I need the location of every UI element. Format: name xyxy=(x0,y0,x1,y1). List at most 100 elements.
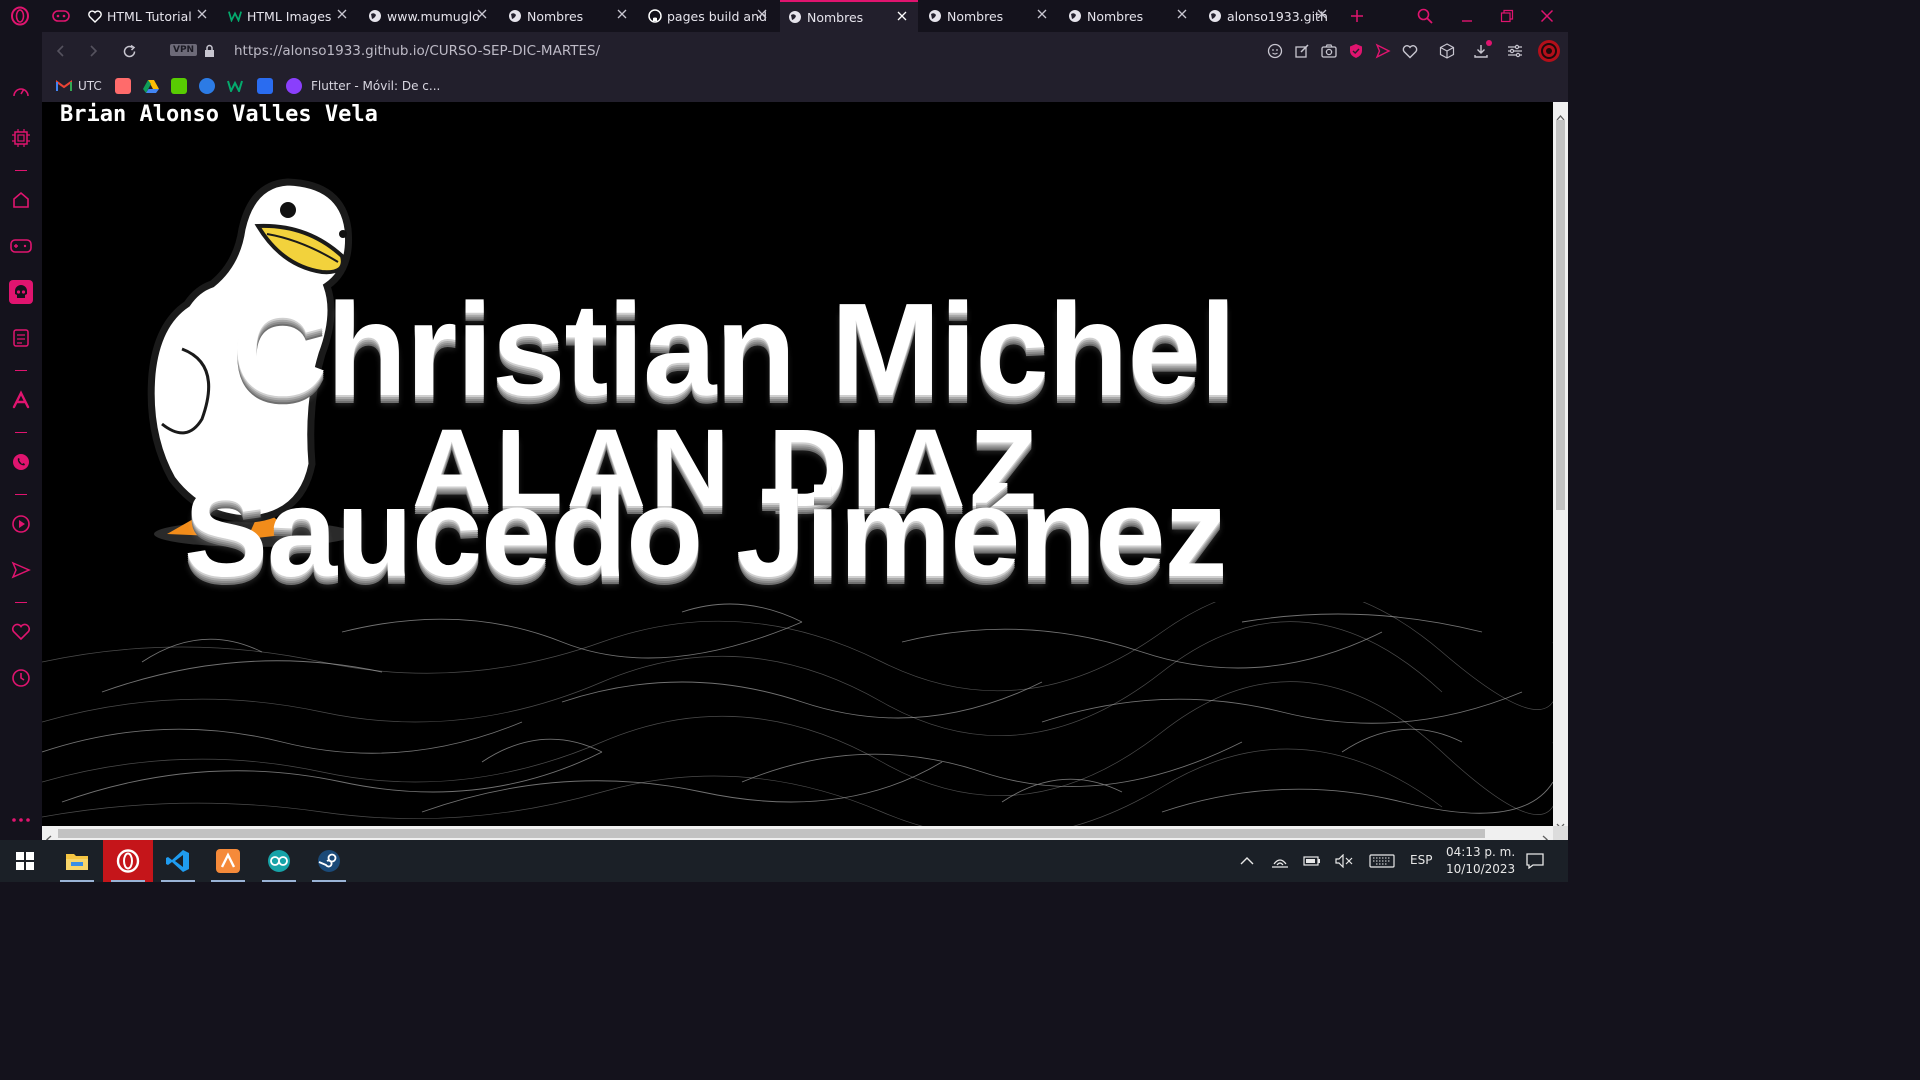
keyboard-icon[interactable] xyxy=(1368,852,1396,870)
sidebar-divider xyxy=(15,370,27,371)
search-tabs-icon[interactable] xyxy=(1414,5,1436,27)
clock-date: 10/10/2023 xyxy=(1446,862,1516,876)
speed-dial-icon[interactable] xyxy=(9,80,33,104)
lock-icon[interactable] xyxy=(202,43,216,59)
scroll-corner xyxy=(1553,826,1568,840)
heart-icon[interactable] xyxy=(1401,42,1419,60)
reload-icon[interactable] xyxy=(118,41,140,61)
shield-icon[interactable] xyxy=(1347,42,1365,60)
bookmark-blue[interactable] xyxy=(199,77,215,95)
tab-nombres-active[interactable]: Nombres xyxy=(780,0,918,32)
home-icon[interactable] xyxy=(9,188,33,212)
skull-icon[interactable] xyxy=(9,280,33,304)
close-icon[interactable] xyxy=(1316,8,1330,22)
notes-icon[interactable] xyxy=(9,326,33,350)
send-icon[interactable] xyxy=(1374,42,1392,60)
bookmark-duolingo[interactable] xyxy=(171,77,187,95)
bookmark-utc[interactable]: UTC xyxy=(56,77,102,95)
forward-icon[interactable] xyxy=(82,41,104,61)
tab-html-tutorial[interactable]: HTML Tutorial xyxy=(80,0,218,32)
arduino-button[interactable] xyxy=(254,840,304,882)
tab-nombres[interactable]: Nombres xyxy=(920,0,1058,32)
vscode-button[interactable] xyxy=(153,840,203,882)
close-window-icon[interactable] xyxy=(1535,5,1559,27)
tab-alonso1933[interactable]: alonso1933.gith xyxy=(1200,0,1338,32)
volume-muted-icon[interactable] xyxy=(1334,852,1354,870)
restore-icon[interactable] xyxy=(1495,5,1519,27)
gx-control-icon[interactable] xyxy=(9,126,33,150)
player-icon[interactable] xyxy=(9,512,33,536)
edit-icon[interactable] xyxy=(1293,42,1311,60)
opera-gx-button[interactable] xyxy=(103,840,153,882)
gx-corner-icon[interactable] xyxy=(50,6,72,26)
close-icon[interactable] xyxy=(476,8,490,22)
clock[interactable]: 04:13 p. m. 10/10/2023 xyxy=(1446,844,1515,878)
active-indicator xyxy=(111,880,145,882)
vertical-scrollbar[interactable] xyxy=(1553,102,1568,829)
gmail-icon xyxy=(56,80,72,92)
tab-label: HTML Tutorial xyxy=(107,8,192,24)
close-icon[interactable] xyxy=(196,8,210,22)
file-explorer-button[interactable] xyxy=(52,840,102,882)
language-indicator[interactable]: ESP xyxy=(1410,853,1432,867)
opera-logo-icon[interactable] xyxy=(8,6,32,26)
notifications-icon[interactable] xyxy=(1524,851,1546,871)
heart-icon[interactable] xyxy=(9,620,33,644)
easy-setup-icon[interactable] xyxy=(1506,42,1524,60)
p-icon xyxy=(257,78,273,94)
bookmark-p[interactable] xyxy=(257,77,273,95)
tab-nombres[interactable]: Nombres xyxy=(1060,0,1198,32)
steam-button[interactable] xyxy=(304,840,354,882)
send-icon[interactable] xyxy=(9,558,33,582)
w3schools-icon xyxy=(228,9,242,23)
tab-html-images[interactable]: HTML Images xyxy=(220,0,358,32)
whatsapp-icon[interactable] xyxy=(9,450,33,474)
tab-label: Nombres xyxy=(1087,8,1144,24)
close-icon[interactable] xyxy=(756,8,770,22)
heart-icon xyxy=(88,9,102,23)
sidebar xyxy=(0,32,42,840)
minimize-icon[interactable] xyxy=(1455,5,1479,27)
vpn-badge[interactable]: VPN xyxy=(170,44,198,56)
horizontal-scroll-thumb[interactable] xyxy=(58,829,1485,838)
name-line-1: Christian Michel xyxy=(232,276,1237,423)
more-icon[interactable] xyxy=(9,808,33,832)
bookmarks-bar: UTC Flutter - Móvil: De c... xyxy=(42,70,1568,102)
sidebar-divider xyxy=(15,432,27,433)
network-icon[interactable] xyxy=(1270,852,1290,870)
sidebar-divider xyxy=(15,602,27,603)
close-icon[interactable] xyxy=(616,8,630,22)
close-icon[interactable] xyxy=(896,10,910,24)
back-icon[interactable] xyxy=(50,41,72,61)
bookmark-drive[interactable] xyxy=(143,77,159,95)
profile-avatar[interactable] xyxy=(1536,38,1562,64)
bookmark-books[interactable] xyxy=(115,77,131,95)
close-icon[interactable] xyxy=(336,8,350,22)
gamepad-icon[interactable] xyxy=(9,234,33,258)
chevron-up-icon[interactable] xyxy=(1238,852,1256,870)
cube-icon[interactable] xyxy=(1438,42,1456,60)
close-icon[interactable] xyxy=(1176,8,1190,22)
app-orange-button[interactable] xyxy=(203,840,253,882)
aria-icon[interactable] xyxy=(9,388,33,412)
bookmark-flutter[interactable]: Flutter - Móvil: De c... xyxy=(286,77,440,95)
camera-icon[interactable] xyxy=(1320,42,1338,60)
start-button[interactable] xyxy=(0,840,50,882)
new-tab-button[interactable] xyxy=(1346,6,1368,26)
tab-label: pages build and xyxy=(667,8,767,24)
tab-nombres[interactable]: Nombres xyxy=(500,0,638,32)
tab-label: alonso1933.gith xyxy=(1227,8,1327,24)
drive-icon xyxy=(143,79,159,93)
history-icon[interactable] xyxy=(9,666,33,690)
tab-pages-build[interactable]: pages build and xyxy=(640,0,778,32)
scroll-thumb[interactable] xyxy=(1556,120,1565,510)
close-icon[interactable] xyxy=(1036,8,1050,22)
tab-label: Nombres xyxy=(947,8,1004,24)
duolingo-icon xyxy=(171,78,187,94)
url-field[interactable]: https://alonso1933.github.io/CURSO-SEP-D… xyxy=(234,43,600,59)
bookmark-w[interactable] xyxy=(227,77,243,95)
emoji-icon[interactable] xyxy=(1266,42,1284,60)
sidebar-divider xyxy=(15,494,27,495)
battery-icon[interactable] xyxy=(1302,852,1322,870)
tab-mumuglo[interactable]: www.mumuglo xyxy=(360,0,498,32)
